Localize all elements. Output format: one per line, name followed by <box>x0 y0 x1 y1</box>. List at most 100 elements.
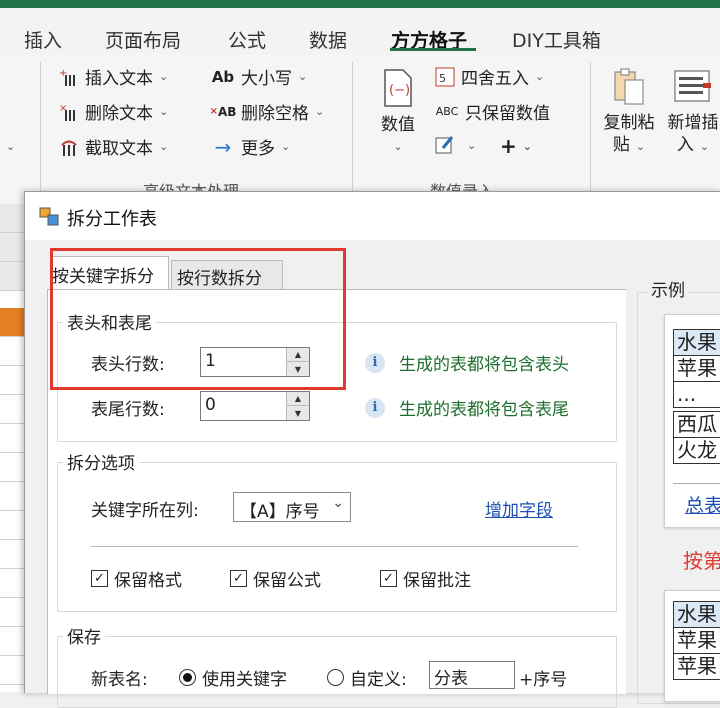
add-field-link[interactable]: 增加字段 <box>485 496 553 521</box>
new-name-label: 新表名: <box>91 670 148 690</box>
example-row: 苹果 <box>673 653 720 680</box>
example-legend: 示例 <box>647 276 689 301</box>
footer-rows-label: 表尾行数: <box>91 400 165 420</box>
copy-paste-label-line2: 贴 ⌄ <box>600 134 658 158</box>
tab-page-layout[interactable]: 页面布局 <box>105 26 181 53</box>
key-column-label: 关键字所在列: <box>91 501 199 521</box>
grid-cell[interactable] <box>0 511 24 540</box>
dialog-title: 拆分工作表 <box>67 209 157 230</box>
keep-formula-checkbox[interactable]: ✓ 保留公式 <box>230 566 321 591</box>
example-row: 火龙 <box>673 437 720 464</box>
insert-new-label: 新增插 <box>667 113 719 133</box>
stepper-up-icon[interactable]: ▲ <box>287 392 309 406</box>
suffix-label: +序号 <box>519 670 568 690</box>
insert-text-button[interactable]: + 插入文本 ⌄ <box>58 64 168 90</box>
footer-rows-stepper[interactable]: 0 ▲ ▼ <box>200 391 310 421</box>
round-icon: 5 <box>434 66 456 88</box>
total-sheet-tab: 总表 <box>685 495 720 517</box>
add-button[interactable]: + ⌄ <box>500 134 532 158</box>
chevron-down-icon: ⌄ <box>522 139 532 153</box>
checkbox-checked-icon: ✓ <box>230 570 247 587</box>
grid-cell[interactable] <box>0 424 24 453</box>
edit-dropdown-button[interactable]: ⌄ <box>434 134 476 156</box>
keep-format-label: 保留格式 <box>114 571 182 591</box>
chevron-down-icon: ⌄ <box>467 138 477 152</box>
ribbon-panel: ⌄ + 插入文本 ⌄ × 删除文本 ⌄ 截取文本 ⌄ Ab 大小写 ⌄ × AB 删除空格… <box>0 54 720 205</box>
example-row: 苹果 <box>673 627 720 654</box>
example-row: 水果 <box>673 329 720 356</box>
keep-formula-label: 保留公式 <box>253 571 321 591</box>
grid-cell[interactable] <box>0 262 24 291</box>
grid-cell[interactable] <box>0 482 24 511</box>
chevron-down-icon: ⌄ <box>159 140 169 153</box>
delete-text-icon: × <box>58 101 80 123</box>
grid-cell[interactable] <box>0 233 24 262</box>
save-legend: 保存 <box>63 623 105 648</box>
copy-paste-button[interactable]: 复制粘 贴 ⌄ <box>600 66 658 158</box>
case-button[interactable]: Ab 大小写 ⌄ <box>210 64 308 90</box>
keep-format-checkbox[interactable]: ✓ 保留格式 <box>91 566 182 591</box>
footer-rows-value: 0 <box>205 395 216 415</box>
stepper-down-icon[interactable]: ▼ <box>287 406 309 420</box>
extract-text-icon <box>58 136 80 158</box>
grid-cell[interactable] <box>0 569 24 598</box>
custom-name-input[interactable]: 分表 <box>429 661 515 689</box>
delete-text-label: 删除文本 <box>85 104 153 124</box>
tab-diy-toolbox[interactable]: DIY工具箱 <box>512 26 601 53</box>
extract-text-button[interactable]: 截取文本 ⌄ <box>58 134 168 159</box>
grid-cell[interactable] <box>0 366 24 395</box>
grid-cell-highlight[interactable] <box>0 308 24 337</box>
abc-icon: ABC <box>435 105 459 118</box>
tab-formulas[interactable]: 公式 <box>228 26 266 53</box>
keep-comment-checkbox[interactable]: ✓ 保留批注 <box>380 566 471 591</box>
worksheet-edge <box>0 204 24 692</box>
keep-numbers-button[interactable]: ABC 只保留数值 <box>434 99 550 124</box>
stepper-buttons: ▲ ▼ <box>286 392 309 420</box>
custom-name-label: 自定义: <box>350 670 407 690</box>
grid-cell[interactable] <box>0 453 24 482</box>
copy-paste-label-2: 贴 <box>612 135 630 155</box>
divider <box>91 546 578 547</box>
example-row: 苹果 <box>673 355 720 382</box>
value-button[interactable]: (−) 数值 ⌄ <box>376 68 420 158</box>
ribbon-tabs: 插入 页面布局 公式 数据 方方格子 DIY工具箱 <box>0 8 720 54</box>
extract-text-label: 截取文本 <box>85 139 153 159</box>
checkbox-checked-icon: ✓ <box>91 570 108 587</box>
grid-cell[interactable] <box>0 540 24 569</box>
grid-cell[interactable] <box>0 204 24 233</box>
chevron-down-icon: ⌄ <box>699 140 710 153</box>
tab-insert[interactable]: 插入 <box>24 26 62 53</box>
delete-spaces-icon: × AB <box>209 104 237 119</box>
tab-data[interactable]: 数据 <box>309 26 347 53</box>
group-separator <box>352 62 353 192</box>
grid-cell[interactable] <box>0 656 24 685</box>
key-column-select[interactable]: 【A】序号 ⌄ <box>233 492 351 522</box>
chevron-down-icon[interactable]: ⌄ <box>6 140 15 153</box>
example-row: 西瓜 <box>673 411 720 438</box>
use-keyword-label: 使用关键字 <box>202 670 287 690</box>
case-label: 大小写 <box>241 69 292 89</box>
more-button[interactable]: → 更多 ⌄ <box>210 134 291 160</box>
example-row: ... <box>673 381 720 408</box>
insert-new-label-line2: 入 ⌄ <box>664 134 720 158</box>
group-separator <box>40 62 41 192</box>
chevron-down-icon: ⌄ <box>315 105 325 118</box>
custom-name-radio[interactable]: 自定义: <box>327 665 407 690</box>
round-button[interactable]: 5 四舍五入 ⌄ <box>434 64 544 89</box>
grid-cell[interactable] <box>0 337 24 366</box>
grid-cell[interactable] <box>0 395 24 424</box>
insert-text-label: 插入文本 <box>85 69 153 89</box>
split-options-legend: 拆分选项 <box>63 449 139 474</box>
grid-cell[interactable] <box>0 598 24 627</box>
insert-new-button[interactable]: 新增插 入 ⌄ <box>664 66 720 158</box>
chevron-down-icon: ⌄ <box>298 70 308 83</box>
example-row: 水果 <box>673 601 720 628</box>
delete-spaces-button[interactable]: × AB 删除空格 ⌄ <box>209 99 325 124</box>
use-keyword-radio[interactable]: 使用关键字 <box>179 665 287 690</box>
keep-comment-label: 保留批注 <box>403 571 471 591</box>
insert-rows-icon <box>674 70 711 102</box>
delete-text-button[interactable]: × 删除文本 ⌄ <box>58 99 168 125</box>
grid-cell[interactable] <box>0 627 24 656</box>
info-icon: i <box>365 398 385 418</box>
plus-icon: + <box>500 134 517 158</box>
